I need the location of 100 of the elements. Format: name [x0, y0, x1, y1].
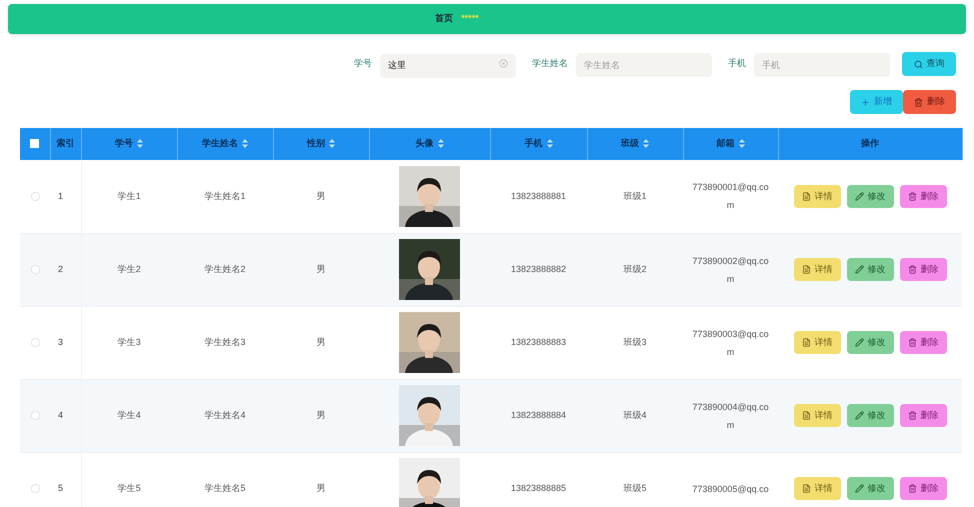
- detail-icon: [802, 411, 810, 420]
- table-cell: 学生姓名5: [204, 482, 246, 493]
- table-cell: 班级2: [623, 264, 646, 274]
- search-button[interactable]: 查询: [902, 52, 956, 76]
- field-label: 手机: [728, 57, 746, 70]
- column-header[interactable]: 头像: [416, 138, 434, 148]
- table-cell: 班级4: [623, 410, 646, 420]
- edit-button[interactable]: 修改: [846, 477, 894, 500]
- table-cell: 学生姓名2: [204, 264, 246, 274]
- trash-icon: [908, 265, 916, 274]
- sort-icon[interactable]: [137, 139, 143, 148]
- column-header[interactable]: 性别: [307, 138, 325, 148]
- detail-icon: [802, 192, 810, 201]
- pencil-icon: [854, 411, 864, 420]
- table-cell: 773890003@qq.com: [692, 328, 769, 356]
- clear-icon[interactable]: [499, 59, 508, 68]
- table-cell: 13823888884: [510, 410, 566, 420]
- row-checkbox[interactable]: [30, 192, 40, 201]
- table-cell: 1: [58, 190, 64, 200]
- trash-icon: [914, 98, 923, 106]
- row-checkbox[interactable]: [30, 264, 40, 274]
- sort-icon[interactable]: [738, 139, 744, 148]
- edit-button[interactable]: 修改: [846, 184, 894, 208]
- row-checkbox[interactable]: [30, 338, 40, 347]
- table-cell: 男: [316, 190, 326, 200]
- pencil-icon: [854, 484, 864, 493]
- delete-button[interactable]: 删除: [900, 258, 946, 281]
- column-header[interactable]: 班级: [621, 138, 639, 148]
- table-cell: 班级1: [623, 190, 646, 200]
- table-cell: 男: [316, 336, 326, 347]
- column-header[interactable]: 手机: [524, 138, 542, 148]
- detail-icon: [802, 338, 810, 347]
- edit-button[interactable]: 修改: [846, 404, 894, 427]
- edit-button[interactable]: 修改: [846, 331, 894, 354]
- delete-button[interactable]: 删除: [900, 477, 946, 500]
- sort-icon[interactable]: [242, 139, 248, 148]
- delete-button[interactable]: 删除: [900, 404, 946, 427]
- table-cell: 13823888881: [510, 190, 566, 200]
- table-cell: 男: [316, 264, 326, 274]
- field-label: 学生姓名: [532, 57, 568, 70]
- column-header[interactable]: 学生姓名: [202, 138, 238, 148]
- field-label: 学号: [354, 57, 372, 70]
- table-cell: 学生姓名1: [204, 190, 246, 200]
- table-cell: 2: [58, 264, 64, 274]
- sort-icon[interactable]: [438, 139, 444, 148]
- breadcrumb-item[interactable]: 首页: [435, 12, 454, 26]
- plus-icon: [861, 98, 870, 106]
- trash-icon: [908, 338, 916, 347]
- table-cell: 773890002@qq.com: [692, 256, 769, 284]
- row-checkbox[interactable]: [30, 410, 40, 420]
- table-cell: 班级5: [623, 482, 646, 493]
- search-icon: [914, 60, 922, 68]
- table-cell: 13823888885: [510, 482, 566, 493]
- row-checkbox[interactable]: [30, 484, 40, 493]
- delete-button[interactable]: 删除: [900, 184, 946, 208]
- pencil-icon: [854, 192, 864, 201]
- table-cell: 学生2: [118, 264, 141, 274]
- sort-icon[interactable]: [546, 139, 552, 148]
- table-cell: 学生1: [118, 190, 141, 200]
- detail-button[interactable]: 详情: [794, 404, 840, 427]
- table-cell: 4: [58, 410, 64, 420]
- detail-button[interactable]: 详情: [794, 331, 840, 354]
- delete-button[interactable]: 删除: [903, 90, 956, 114]
- pencil-icon: [854, 338, 864, 347]
- table-cell: 学生5: [118, 482, 141, 493]
- column-header[interactable]: 学号: [115, 138, 133, 148]
- detail-button[interactable]: 详情: [794, 258, 840, 281]
- column-header[interactable]: 邮箱: [716, 138, 734, 148]
- table-cell: 男: [316, 410, 326, 420]
- column-header[interactable]: 索引: [56, 138, 74, 148]
- table-cell: 773890001@qq.com: [692, 182, 769, 210]
- table-cell: 男: [316, 482, 326, 493]
- search-field[interactable]: 这里: [380, 54, 516, 78]
- edit-button[interactable]: 修改: [846, 258, 894, 281]
- table-cell: 学生姓名4: [204, 410, 246, 420]
- table-cell: 学生3: [118, 336, 141, 347]
- sort-icon[interactable]: [329, 139, 335, 148]
- add-button[interactable]: 新增: [850, 90, 903, 114]
- table-cell: 学生姓名3: [204, 336, 246, 347]
- table-cell: 773890005@qq.co: [692, 484, 769, 494]
- trash-icon: [908, 484, 916, 493]
- detail-icon: [802, 484, 810, 493]
- pencil-icon: [854, 265, 864, 274]
- table-cell: 3: [58, 336, 64, 347]
- detail-button[interactable]: 详情: [794, 184, 840, 208]
- table-cell: 13823888882: [510, 264, 566, 274]
- table-cell: 773890004@qq.com: [692, 402, 769, 430]
- detail-icon: [802, 265, 810, 274]
- sort-icon[interactable]: [643, 139, 649, 148]
- detail-button[interactable]: 详情: [794, 477, 840, 500]
- table-cell: 班级3: [623, 336, 646, 347]
- delete-button[interactable]: 删除: [900, 331, 946, 354]
- table-cell: 5: [58, 482, 64, 493]
- table-cell: 学生4: [118, 410, 141, 420]
- select-all-checkbox[interactable]: [30, 139, 40, 148]
- search-field[interactable]: 手机: [754, 53, 890, 77]
- trash-icon: [908, 411, 916, 420]
- table-cell: 13823888883: [510, 336, 566, 347]
- search-field[interactable]: 学生姓名: [576, 53, 712, 77]
- column-header[interactable]: 操作: [861, 138, 879, 148]
